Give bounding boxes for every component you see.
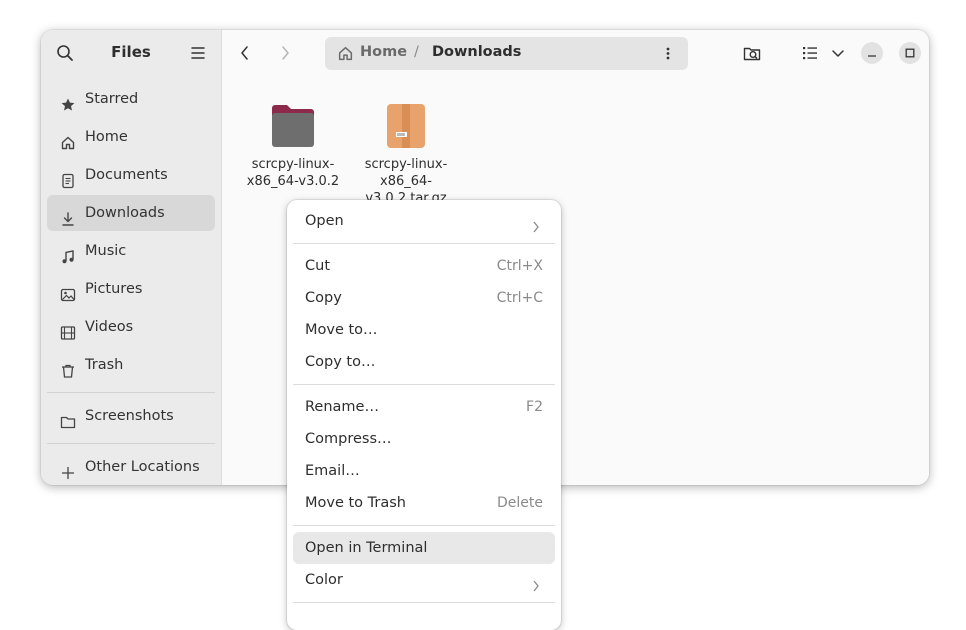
sidebar-item-label: Pictures	[85, 281, 143, 297]
menu-item-shortcut: Ctrl+C	[496, 290, 543, 306]
menu-item-shortcut: Ctrl+X	[496, 258, 543, 274]
maximize-button[interactable]	[899, 42, 921, 64]
sidebar-item-videos[interactable]: Videos	[47, 309, 215, 345]
forward-button[interactable]	[275, 43, 295, 63]
menu-item-label: Rename…	[305, 399, 379, 415]
menu-item-open[interactable]: Open	[293, 205, 555, 237]
hamburger-menu-icon[interactable]	[188, 43, 208, 63]
menu-item-label: Email…	[305, 463, 360, 479]
menu-item-label: Copy to…	[305, 354, 376, 370]
sidebar-item-trash[interactable]: Trash	[47, 347, 215, 383]
menu-separator	[293, 243, 555, 244]
menu-item-label: Cut	[305, 258, 330, 274]
menu-item-copy[interactable]: Copy Ctrl+C	[293, 282, 555, 314]
minimize-button[interactable]	[861, 42, 883, 64]
video-icon	[60, 319, 76, 340]
menu-item-open-in-terminal[interactable]: Open in Terminal	[293, 532, 555, 564]
menu-separator	[293, 602, 555, 603]
sidebar-item-pictures[interactable]: Pictures	[47, 271, 215, 307]
sidebar-item-label: Starred	[85, 91, 139, 107]
sidebar-item-documents[interactable]: Documents	[47, 157, 215, 193]
menu-item-rename[interactable]: Rename… F2	[293, 391, 555, 423]
menu-separator	[293, 525, 555, 526]
breadcrumb-home[interactable]: Home	[360, 44, 407, 60]
sidebar-item-label: Other Locations	[85, 459, 200, 475]
breadcrumb-separator: /	[414, 44, 419, 60]
menu-item-label: Open in Terminal	[305, 540, 428, 556]
back-button[interactable]	[235, 43, 255, 63]
sidebar-header: Files	[41, 30, 221, 76]
file-name: scrcpy-linux-x86_64-v3.0.2	[246, 157, 340, 189]
sidebar: Files Starred Home Documents Downloads M…	[41, 30, 222, 485]
plus-icon	[60, 459, 76, 479]
menu-item-move-to-trash[interactable]: Move to Trash Delete	[293, 487, 555, 519]
sidebar-divider	[47, 443, 215, 444]
menu-item-label: Color	[305, 572, 343, 588]
sidebar-item-other-locations[interactable]: Other Locations	[47, 449, 215, 485]
chevron-right-icon	[531, 573, 541, 592]
menu-separator	[293, 384, 555, 385]
file-item-folder[interactable]: scrcpy-linux-x86_64-v3.0.2	[238, 98, 348, 190]
view-options-chevron-icon[interactable]	[828, 43, 848, 63]
sidebar-item-starred[interactable]: Starred	[47, 81, 215, 117]
picture-icon	[60, 281, 76, 302]
menu-item-label: Copy	[305, 290, 342, 306]
home-icon	[60, 129, 76, 150]
sidebar-item-label: Screenshots	[85, 408, 174, 424]
trash-icon	[60, 357, 76, 378]
sidebar-item-label: Music	[85, 243, 127, 259]
sidebar-item-label: Videos	[85, 319, 134, 335]
sidebar-item-home[interactable]: Home	[47, 119, 215, 155]
chevron-right-icon	[531, 214, 541, 233]
star-icon	[60, 91, 76, 111]
menu-item-label: Move to Trash	[305, 495, 406, 511]
folder-icon	[269, 102, 317, 150]
path-bar[interactable]: Home / Downloads	[325, 37, 688, 70]
menu-item-move-to[interactable]: Move to…	[293, 314, 555, 346]
menu-item-copy-to[interactable]: Copy to…	[293, 346, 555, 378]
search-folder-button[interactable]	[742, 43, 762, 63]
sidebar-item-downloads[interactable]: Downloads	[47, 195, 215, 231]
document-icon	[60, 167, 76, 189]
sidebar-item-label: Documents	[85, 167, 168, 183]
sidebar-item-label: Home	[85, 129, 128, 145]
download-icon	[60, 205, 76, 226]
sidebar-divider	[47, 392, 215, 393]
file-item-archive[interactable]: scrcpy-linux-x86_64-v3.0.2.tar.gz	[351, 98, 461, 207]
breadcrumb-current[interactable]: Downloads	[432, 44, 521, 60]
list-view-button[interactable]	[800, 43, 820, 63]
menu-item-cut[interactable]: Cut Ctrl+X	[293, 250, 555, 282]
menu-item-shortcut: Delete	[497, 495, 543, 511]
more-options-icon[interactable]	[660, 45, 676, 62]
menu-item-compress[interactable]: Compress…	[293, 423, 555, 455]
sidebar-item-label: Downloads	[85, 205, 165, 221]
menu-item-label: Move to…	[305, 322, 378, 338]
menu-item-label: Compress…	[305, 431, 392, 447]
archive-icon	[382, 102, 430, 150]
menu-item-shortcut: F2	[526, 399, 543, 415]
menu-item-color[interactable]: Color	[293, 564, 555, 596]
menu-item-label: Open	[305, 213, 344, 229]
music-icon	[60, 243, 76, 264]
sidebar-item-screenshots[interactable]: Screenshots	[47, 398, 215, 434]
home-icon	[337, 45, 354, 62]
context-menu: Open Cut Ctrl+X Copy Ctrl+C Move to… Cop…	[287, 200, 561, 630]
folder-icon	[60, 408, 76, 429]
sidebar-item-music[interactable]: Music	[47, 233, 215, 269]
menu-item-email[interactable]: Email…	[293, 455, 555, 487]
sidebar-item-label: Trash	[85, 357, 124, 373]
